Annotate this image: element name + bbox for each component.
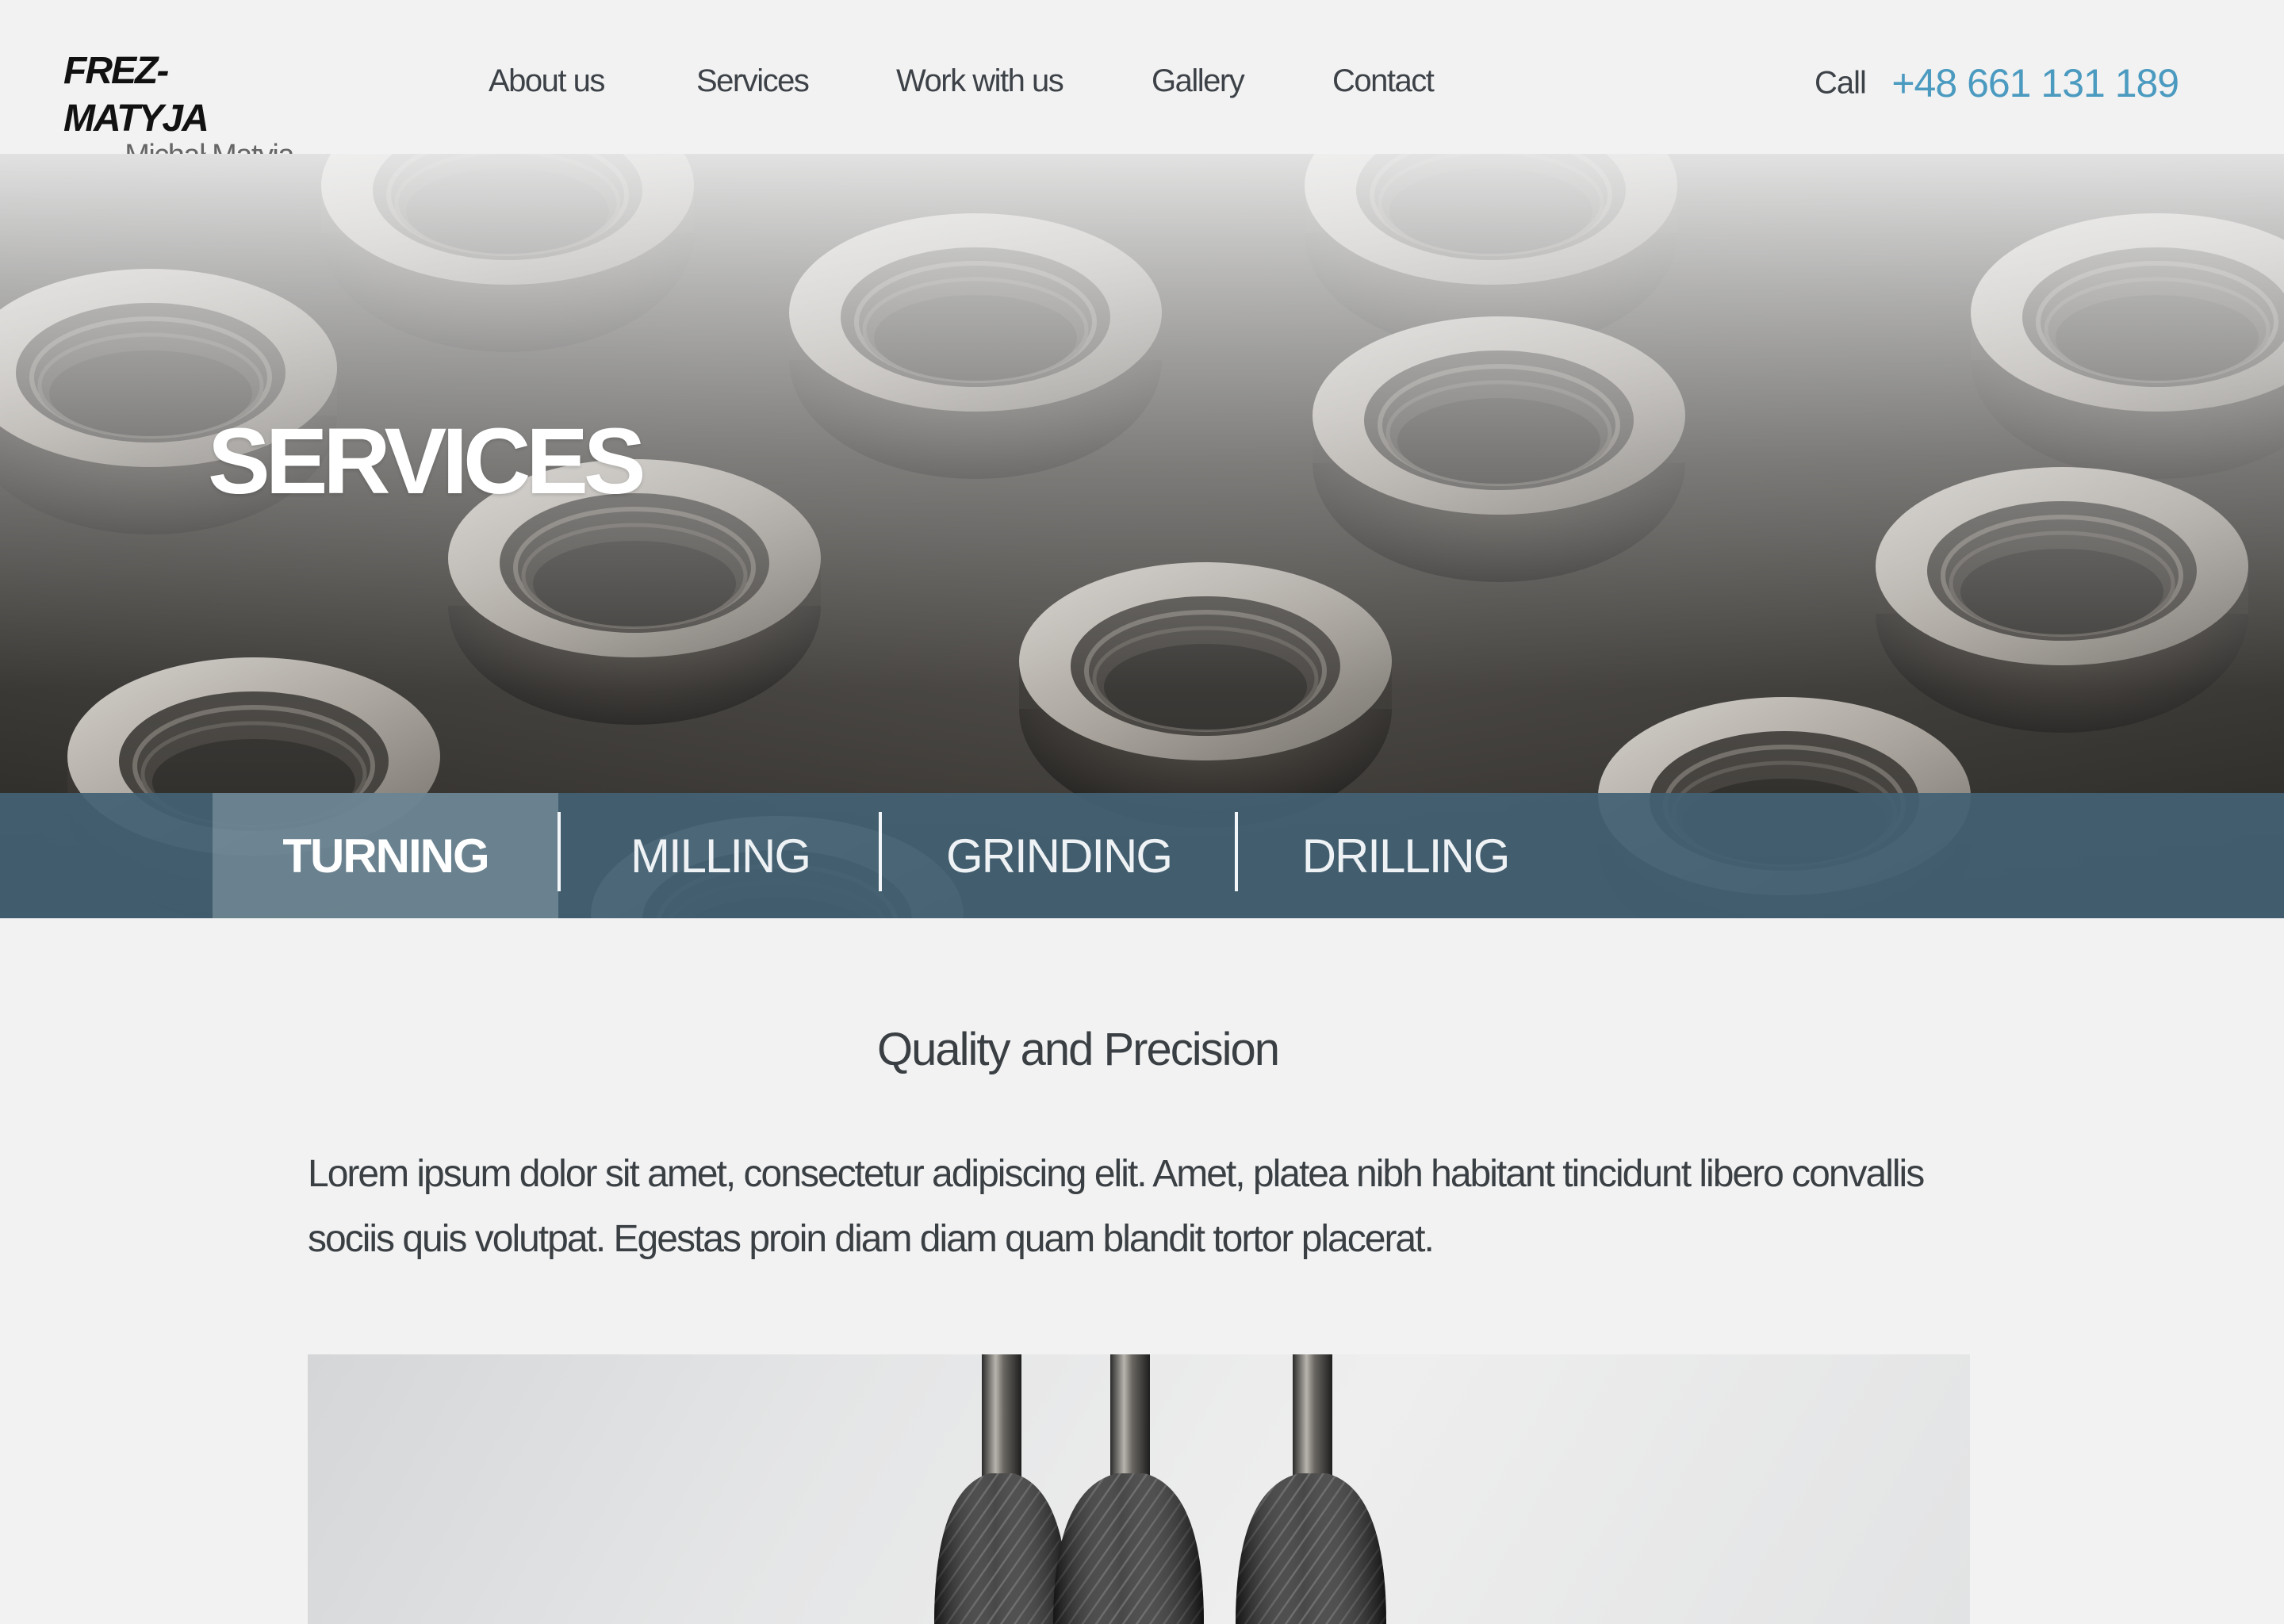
- nav-item-gallery[interactable]: Gallery: [1152, 63, 1245, 99]
- logo-title: FREZ-MATYJA: [63, 50, 209, 140]
- logo[interactable]: FREZ-MATYJA Michał Matyja: [63, 48, 301, 171]
- nav-item-contact[interactable]: Contact: [1332, 63, 1435, 99]
- nav-item-about-us[interactable]: About us: [489, 63, 605, 99]
- call-block: Call +48 661 131 189: [1815, 60, 2179, 106]
- service-photo: [308, 1354, 1970, 1624]
- tab-grinding[interactable]: GRINDING: [882, 793, 1236, 918]
- knurled-rods-image: [934, 1354, 1386, 1624]
- site-header: FREZ-MATYJA Michał Matyja About us Servi…: [0, 0, 2284, 171]
- services-tab-bar: TURNING MILLING GRINDING DRILLING: [0, 793, 2284, 918]
- tab-turning[interactable]: TURNING: [213, 793, 558, 918]
- page-title: SERVICES: [208, 409, 646, 514]
- nav-item-services[interactable]: Services: [696, 63, 810, 99]
- nav-item-work-with-us[interactable]: Work with us: [896, 63, 1064, 99]
- section-paragraph: Lorem ipsum dolor sit amet, consectetur …: [308, 1153, 1925, 1260]
- section-heading: Quality and Precision: [876, 1024, 1280, 1075]
- tab-milling[interactable]: MILLING: [560, 793, 880, 918]
- tab-drilling[interactable]: DRILLING: [1237, 793, 1573, 918]
- call-label: Call: [1815, 65, 1867, 101]
- phone-link[interactable]: +48 661 131 189: [1891, 61, 2179, 105]
